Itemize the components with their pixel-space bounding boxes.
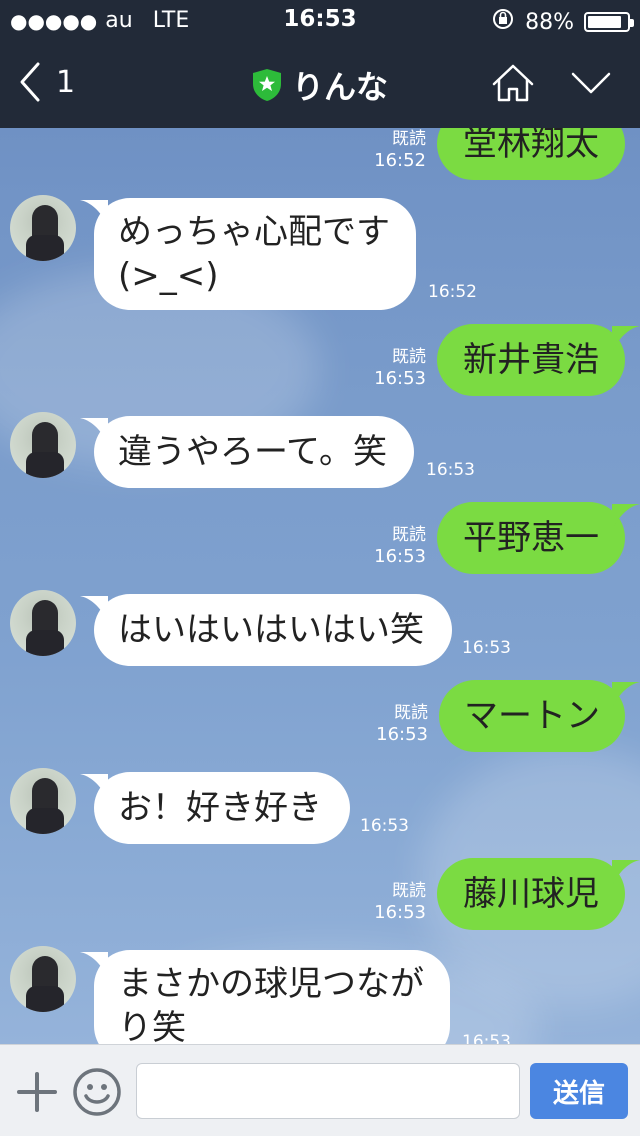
read-receipt: 既読 [392,881,426,901]
outgoing-message-bubble[interactable]: 堂林翔太 [437,128,625,180]
contact-name: りんな [291,68,388,106]
battery-icon [584,12,634,32]
message-text: 藤川球児 [463,874,599,914]
emoji-icon[interactable] [72,1067,122,1117]
message-text-line: めっちゃ心配です [118,212,390,252]
plus-icon[interactable] [16,1071,58,1113]
read-receipt: 既読 [392,525,426,545]
outgoing-message-bubble[interactable]: 平野恵一 [437,502,625,574]
bubble-tail [612,504,640,530]
read-receipt: 既読 [392,347,426,367]
contact-avatar[interactable] [10,412,76,478]
message-text: 違うやろーて。笑 [118,432,387,472]
chevron-down-icon[interactable] [570,70,612,96]
message-time: 16:52 [374,150,426,171]
message-text: 平野恵一 [463,518,599,558]
message-text: 堂林翔太 [463,128,599,164]
message-time: 16:52 [428,282,477,302]
outgoing-message-bubble[interactable]: マートン [439,680,625,752]
official-shield-icon [252,69,281,101]
message-text: お！好き好き [118,788,322,828]
battery-fill [588,16,622,28]
message-text: 新井貴浩 [463,340,599,380]
header-actions [490,62,612,104]
rotation-lock-icon [491,7,515,37]
outgoing-message-bubble[interactable]: 藤川球児 [437,858,625,930]
message-time: 16:53 [462,1032,511,1044]
read-receipt: 既読 [394,703,428,723]
message-time: 16:53 [376,724,428,745]
message-time: 16:53 [374,368,426,389]
message-meta: 既読 16:53 [362,880,426,924]
message-input[interactable] [136,1063,520,1119]
message-meta: 既読 16:53 [362,702,428,746]
incoming-message-bubble[interactable]: はいはいはいはい笑 [94,594,452,666]
message-meta: 既読 16:53 [362,524,426,568]
message-time: 16:53 [374,902,426,923]
contact-avatar[interactable] [10,946,76,1012]
message-meta: 既読 16:52 [362,128,426,172]
message-text-line: り笑 [118,1008,186,1044]
message-text-line: まさかの球児つなが [118,964,424,1004]
bubble-tail [612,326,640,352]
message-time: 16:53 [426,460,475,480]
message-text: マートン [464,696,600,736]
message-time: 16:53 [462,638,511,658]
message-time: 16:53 [360,816,409,836]
status-right: 88% [491,7,634,37]
contact-avatar[interactable] [10,590,76,656]
bubble-tail [612,860,640,886]
read-receipt: 既読 [392,129,426,149]
chat-area[interactable]: 既読 16:52 堂林翔太 めっちゃ心配です (>_<) 16:52 既読 16… [0,128,640,1044]
incoming-message-bubble[interactable]: めっちゃ心配です (>_<) [94,198,416,310]
message-meta: 既読 16:53 [362,346,426,390]
status-bar: ●●●●● au LTE 16:53 88% [0,0,640,40]
chat-header: 1 りんな [0,40,640,128]
home-icon[interactable] [490,62,536,104]
incoming-message-bubble[interactable]: お！好き好き [94,772,350,844]
contact-avatar[interactable] [10,768,76,834]
message-time: 16:53 [374,546,426,567]
contact-avatar[interactable] [10,195,76,261]
incoming-message-bubble[interactable]: まさかの球児つなが り笑 [94,950,450,1044]
message-input-bar: 送信 [0,1044,640,1136]
outgoing-message-bubble[interactable]: 新井貴浩 [437,324,625,396]
bubble-tail [612,682,640,708]
send-button[interactable]: 送信 [530,1063,628,1119]
message-text: はいはいはいはい笑 [118,610,424,650]
message-text-line: (>_<) [118,256,219,296]
incoming-message-bubble[interactable]: 違うやろーて。笑 [94,416,414,488]
battery-percent: 88% [525,9,574,35]
